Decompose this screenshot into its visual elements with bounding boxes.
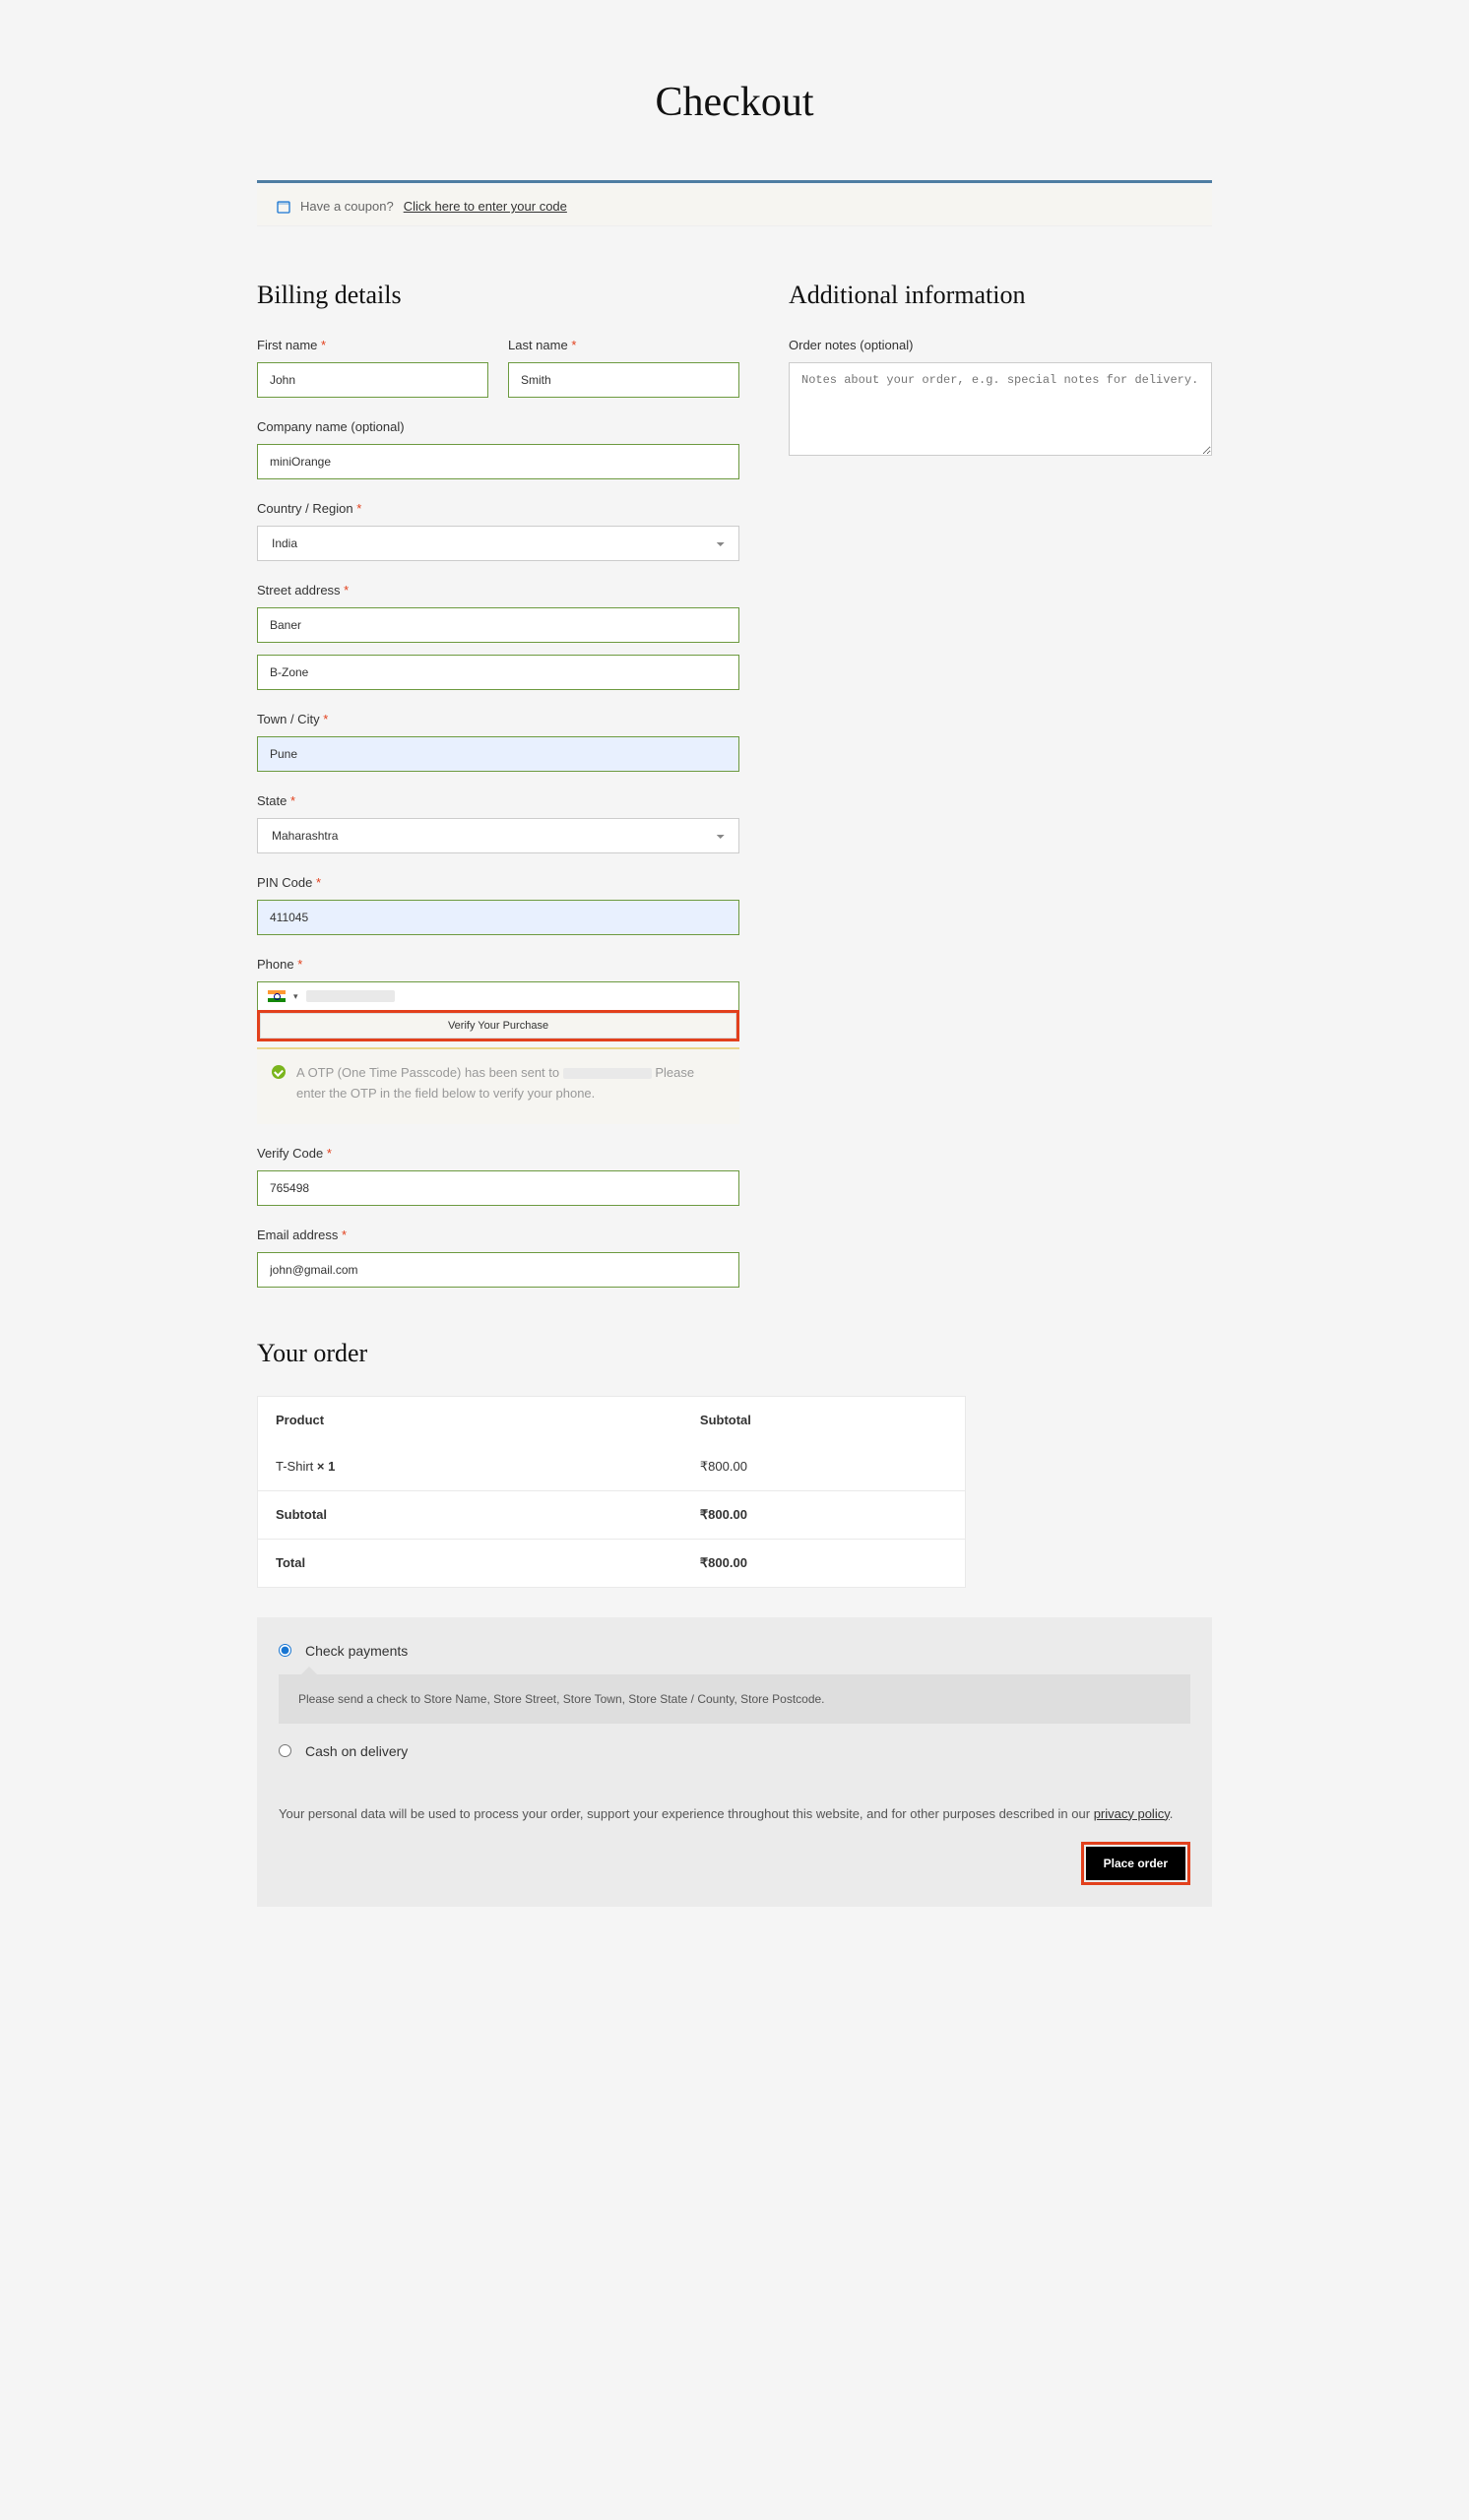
email-input[interactable] [257, 1252, 739, 1288]
order-item-row: T-Shirt × 1 ₹800.00 [258, 1443, 966, 1491]
street1-input[interactable] [257, 607, 739, 643]
phone-input[interactable]: ▾ [257, 981, 739, 1011]
subtotal-header: Subtotal [682, 1396, 966, 1443]
payment-check-radio[interactable] [279, 1644, 291, 1657]
phone-number-masked [306, 990, 395, 1002]
otp-notice: A OTP (One Time Passcode) has been sent … [257, 1047, 739, 1124]
coupon-icon [277, 200, 290, 214]
verify-purchase-button[interactable]: Verify Your Purchase [260, 1013, 736, 1039]
additional-heading: Additional information [789, 281, 1212, 310]
order-notes-textarea[interactable] [789, 362, 1212, 456]
company-input[interactable] [257, 444, 739, 479]
phone-label: Phone * [257, 957, 739, 972]
verify-code-input[interactable] [257, 1170, 739, 1206]
order-total-row: Total ₹800.00 [258, 1539, 966, 1587]
company-label: Company name (optional) [257, 419, 739, 434]
chevron-down-icon[interactable]: ▾ [293, 991, 298, 1002]
page-title: Checkout [257, 79, 1212, 126]
city-label: Town / City * [257, 712, 739, 726]
last-name-input[interactable] [508, 362, 739, 398]
city-input[interactable] [257, 736, 739, 772]
payment-check-description: Please send a check to Store Name, Store… [279, 1674, 1190, 1724]
payment-cod-radio[interactable] [279, 1744, 291, 1757]
billing-heading: Billing details [257, 281, 739, 310]
order-heading: Your order [257, 1339, 1212, 1368]
coupon-bar: Have a coupon? Click here to enter your … [257, 187, 1212, 226]
email-label: Email address * [257, 1228, 739, 1242]
product-header: Product [258, 1396, 682, 1443]
order-table: Product Subtotal T-Shirt × 1 ₹800.00 Sub… [257, 1396, 966, 1588]
privacy-policy-link[interactable]: privacy policy [1094, 1806, 1170, 1821]
phone-number-masked-inline [563, 1068, 652, 1079]
place-order-highlight: Place order [1081, 1842, 1190, 1885]
coupon-prompt: Have a coupon? [300, 199, 394, 214]
last-name-label: Last name * [508, 338, 739, 352]
coupon-link[interactable]: Click here to enter your code [404, 199, 567, 214]
flag-india-icon [268, 990, 286, 1002]
state-label: State * [257, 793, 739, 808]
payment-box: Check payments Please send a check to St… [257, 1617, 1212, 1785]
first-name-label: First name * [257, 338, 488, 352]
payment-cod-option[interactable]: Cash on delivery [279, 1735, 1190, 1767]
state-select[interactable]: Maharashtra [257, 818, 739, 853]
verify-button-highlight: Verify Your Purchase [257, 1010, 739, 1041]
country-select[interactable]: India [257, 526, 739, 561]
divider-top [257, 180, 1212, 183]
street2-input[interactable] [257, 655, 739, 690]
country-label: Country / Region * [257, 501, 739, 516]
street-label: Street address * [257, 583, 739, 598]
payment-check-option[interactable]: Check payments [279, 1635, 1190, 1667]
pin-label: PIN Code * [257, 875, 739, 890]
order-subtotal-row: Subtotal ₹800.00 [258, 1490, 966, 1539]
first-name-input[interactable] [257, 362, 488, 398]
place-order-button[interactable]: Place order [1086, 1847, 1185, 1880]
order-notes-label: Order notes (optional) [789, 338, 1212, 352]
verify-code-label: Verify Code * [257, 1146, 739, 1161]
privacy-box: Your personal data will be used to proce… [257, 1785, 1212, 1908]
pin-input[interactable] [257, 900, 739, 935]
check-circle-icon [272, 1065, 286, 1079]
